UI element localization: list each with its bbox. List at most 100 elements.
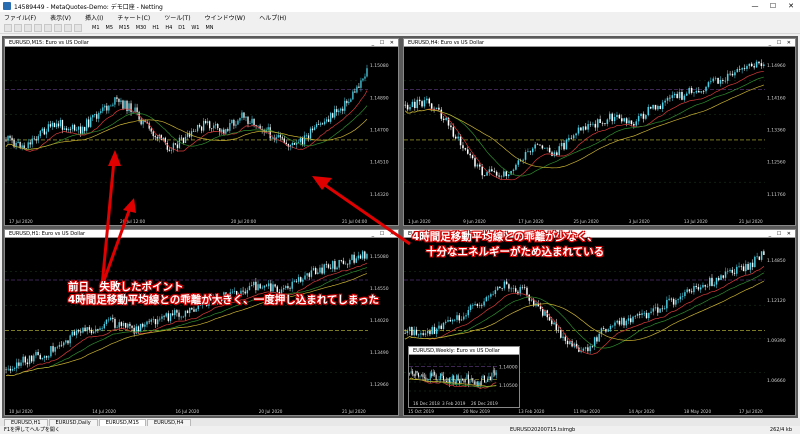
tab-eurusd-m15[interactable]: EURUSD,M15 bbox=[98, 419, 146, 426]
price-axis-label: 1.14890 bbox=[370, 95, 389, 101]
price-axis-label: 1.13360 bbox=[767, 128, 786, 134]
time-axis-label: 10 Jul 2020 bbox=[9, 409, 33, 414]
app-logo-icon bbox=[3, 2, 11, 10]
time-axis-label: 14 Apr 2020 bbox=[629, 409, 655, 414]
chart-window-controls[interactable]: _ ☐ ✕ bbox=[769, 230, 793, 238]
price-axis-label: 1.11760 bbox=[767, 192, 786, 198]
zoom-out-icon[interactable] bbox=[74, 23, 82, 32]
price-chart[interactable]: 1.14000 1.10500 16 Dec 2018 3 Feb 2019 26 De… bbox=[409, 355, 519, 407]
time-axis-label: 17 Jul 2020 bbox=[739, 409, 763, 414]
price-axis-label: 1.14510 bbox=[370, 160, 389, 166]
status-file: EURUSD20200715.tsimgb bbox=[510, 427, 576, 433]
time-axis-label: 13 Jul 2020 bbox=[684, 219, 708, 224]
price-axis-label: 1.14700 bbox=[370, 128, 389, 134]
tab-eurusd-h4[interactable]: EURUSD,H4 bbox=[146, 419, 191, 426]
time-axis-label: 20 Nov 2019 bbox=[463, 409, 490, 414]
line-tool-icon[interactable] bbox=[54, 23, 62, 32]
tf-d1[interactable]: D1 bbox=[178, 25, 185, 31]
price-axis-label: 1.06660 bbox=[767, 378, 786, 384]
minimize-button[interactable]: — bbox=[746, 0, 764, 12]
chart-window-controls[interactable]: _ ☐ ✕ bbox=[372, 230, 396, 238]
menu-view[interactable]: 表示(V) bbox=[50, 13, 71, 22]
price-axis-label: 1.14000 bbox=[499, 364, 518, 370]
chart-caption: EURUSD,H1: Euro vs US Dollar _ ☐ ✕ bbox=[5, 230, 398, 238]
time-axis-label: 15 Oct 2019 bbox=[408, 409, 434, 414]
chart-window-controls[interactable]: _ ☐ ✕ bbox=[372, 39, 396, 47]
price-axis-label: 1.15080 bbox=[370, 254, 389, 260]
time-axis-label: 20 Jul 12:00 bbox=[120, 219, 145, 224]
price-axis-label: 1.14850 bbox=[767, 258, 786, 264]
tab-eurusd-h1[interactable]: EURUSD,H1 bbox=[4, 419, 48, 426]
time-axis-label: 17 Jun 2020 bbox=[518, 219, 544, 224]
menu-bar: ファイル(F) 表示(V) 挿入(I) チャート(C) ツール(T) ウインドウ… bbox=[0, 12, 800, 22]
profiles-icon[interactable] bbox=[14, 23, 22, 32]
time-axis-label: 13 Feb 2020 bbox=[518, 409, 544, 414]
tf-h1[interactable]: H1 bbox=[152, 25, 159, 31]
menu-help[interactable]: ヘルプ(H) bbox=[259, 13, 286, 22]
menu-insert[interactable]: 挿入(I) bbox=[85, 13, 103, 22]
price-axis-label: 1.15080 bbox=[370, 63, 389, 69]
tf-mn[interactable]: MN bbox=[205, 25, 213, 31]
time-axis-label: 21 Jul 2020 bbox=[342, 409, 366, 414]
tab-eurusd-daily[interactable]: EURUSD,Daily bbox=[48, 419, 98, 426]
window-controls: — ☐ ✕ bbox=[746, 0, 800, 12]
mt5-window: 14589449 - MetaQuotes-Demo: デモ口座 - Netti… bbox=[0, 0, 800, 434]
navigator-icon[interactable] bbox=[34, 23, 42, 32]
price-axis-label: 1.12960 bbox=[370, 382, 389, 388]
tf-m1[interactable]: M1 bbox=[92, 25, 100, 31]
time-axis-label: 20 Jul 2020 bbox=[259, 409, 283, 414]
price-chart[interactable]: 1.14960 1.14160 1.13360 1.12560 1.11760 1 Jun… bbox=[404, 47, 795, 225]
chart-window-controls[interactable]: _ ☐ ✕ bbox=[769, 39, 793, 47]
zoom-in-icon[interactable] bbox=[64, 23, 72, 32]
crosshair-icon[interactable] bbox=[44, 23, 52, 32]
time-axis-label: 1 Jun 2020 bbox=[408, 219, 431, 224]
time-axis-label: 3 Jul 2020 bbox=[629, 219, 650, 224]
status-bar: F1を押してヘルプを開く EURUSD20200715.tsimgb 262/4… bbox=[0, 426, 800, 434]
annotation-top-1: 4時間足移動平均線との乖離が少なく、 bbox=[412, 231, 598, 243]
price-axis-label: 1.09390 bbox=[767, 338, 786, 344]
price-chart[interactable]: 1.15080 1.14890 1.14700 1.14510 1.14320 17 Ju… bbox=[5, 47, 398, 225]
chart-window-weekly[interactable]: EURUSD,Weekly: Euro vs US Dollar 1.14000… bbox=[408, 346, 520, 408]
price-axis-label: 1.12560 bbox=[767, 160, 786, 166]
price-axis-label: 1.12120 bbox=[767, 298, 786, 304]
price-axis-label: 1.14320 bbox=[370, 192, 389, 198]
price-axis-label: 1.14020 bbox=[370, 318, 389, 324]
maximize-button[interactable]: ☐ bbox=[764, 0, 782, 12]
time-axis-label: 16 Dec 2018 bbox=[413, 401, 440, 406]
chart-workspace: EURUSD,M15: Euro vs US Dollar _ ☐ ✕ 1.150… bbox=[2, 36, 798, 418]
time-axis-label: 20 Jul 20:00 bbox=[231, 219, 256, 224]
chart-caption: EURUSD,H4: Euro vs US Dollar _ ☐ ✕ bbox=[404, 39, 795, 47]
chart-window-h1[interactable]: EURUSD,H1: Euro vs US Dollar _ ☐ ✕ 1.1508… bbox=[4, 229, 399, 416]
time-axis-label: 14 Jul 2020 bbox=[92, 409, 116, 414]
menu-window[interactable]: ウインドウ(W) bbox=[205, 13, 246, 22]
title-bar: 14589449 - MetaQuotes-Demo: デモ口座 - Netti… bbox=[0, 0, 800, 12]
tf-w1[interactable]: W1 bbox=[191, 25, 199, 31]
menu-chart[interactable]: チャート(C) bbox=[117, 13, 150, 22]
window-title: 14589449 - MetaQuotes-Demo: デモ口座 - Netti… bbox=[14, 3, 163, 11]
new-chart-icon[interactable] bbox=[4, 23, 12, 32]
menu-file[interactable]: ファイル(F) bbox=[4, 13, 36, 22]
close-button[interactable]: ✕ bbox=[782, 0, 800, 12]
menu-tools[interactable]: ツール(T) bbox=[164, 13, 190, 22]
toolbar: M1 M5 M15 M30 H1 H4 D1 W1 MN bbox=[0, 22, 800, 34]
price-chart[interactable]: 1.150801.145501.140201.134901.1296010 Ju… bbox=[5, 238, 398, 415]
price-axis-label: 1.13490 bbox=[370, 350, 389, 356]
time-axis-label: 21 Jul 04:00 bbox=[342, 219, 367, 224]
tf-m15[interactable]: M15 bbox=[119, 25, 130, 31]
chart-window-m15[interactable]: EURUSD,M15: Euro vs US Dollar _ ☐ ✕ 1.150… bbox=[4, 38, 399, 226]
time-axis-label: 21 Jul 2020 bbox=[739, 219, 763, 224]
chart-caption: EURUSD,M15: Euro vs US Dollar _ ☐ ✕ bbox=[5, 39, 398, 47]
chart-caption: EURUSD,Weekly: Euro vs US Dollar bbox=[409, 347, 519, 355]
tf-m30[interactable]: M30 bbox=[136, 25, 147, 31]
time-axis-label: 16 Jul 2020 bbox=[176, 409, 200, 414]
timeframe-buttons: M1 M5 M15 M30 H1 H4 D1 W1 MN bbox=[92, 25, 220, 31]
tf-m5[interactable]: M5 bbox=[106, 25, 114, 31]
time-axis-label: 18 May 2020 bbox=[684, 409, 712, 414]
tf-h4[interactable]: H4 bbox=[165, 25, 172, 31]
time-axis-label: 9 Jun 2020 bbox=[463, 219, 486, 224]
chart-window-h4[interactable]: EURUSD,H4: Euro vs US Dollar _ ☐ ✕ 1.1496… bbox=[403, 38, 796, 226]
annotation-top-2: 十分なエネルギーがため込まれている bbox=[426, 246, 605, 258]
time-axis-label: 11 Mar 2020 bbox=[574, 409, 601, 414]
market-watch-icon[interactable] bbox=[24, 23, 32, 32]
chart-tabs: EURUSD,H1 EURUSD,Daily EURUSD,M15 EURUSD… bbox=[0, 418, 800, 426]
